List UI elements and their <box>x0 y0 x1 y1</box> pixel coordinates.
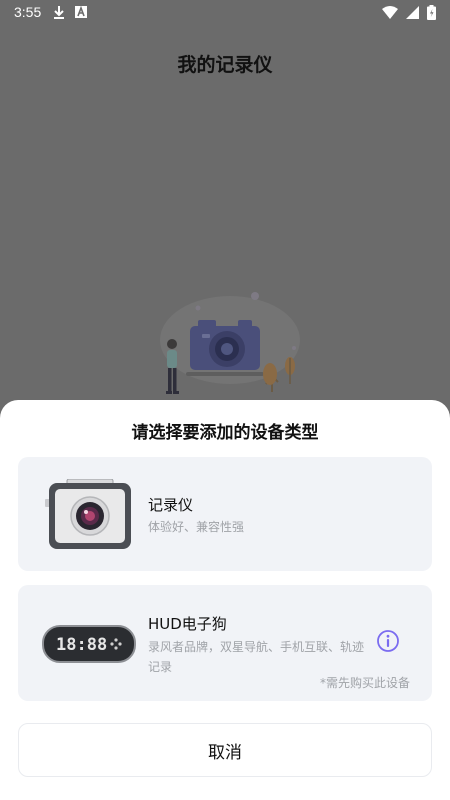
sheet-title: 请选择要添加的设备类型 <box>131 423 319 443</box>
status-time: 3:55 <box>14 4 42 20</box>
battery-icon <box>427 4 436 20</box>
wifi-icon <box>382 5 398 19</box>
device-option-name: 记录仪 <box>148 496 194 514</box>
info-icon[interactable] <box>376 629 400 653</box>
cancel-button[interactable]: 取消 <box>18 723 432 777</box>
device-option-recorder[interactable]: 记录仪 体验好、兼容性强 <box>18 457 432 571</box>
device-option-name: HUD电子狗 <box>148 615 227 633</box>
status-bar: 3:55 <box>0 0 450 24</box>
device-option-description: 录风者品牌，双星导航、手机互联、轨迹记录 <box>148 640 365 674</box>
dashcam-device-icon <box>45 479 131 549</box>
page-title: 我的记录仪 <box>177 54 273 76</box>
hud-device-icon: 18:88 <box>42 625 136 663</box>
purchase-required-note: *需先购买此设备 <box>319 676 410 690</box>
font-icon <box>75 6 88 18</box>
add-device-bottom-sheet: 请选择要添加的设备类型 记录仪 体验好、兼容性强 18:88 HUD电子狗 录风… <box>0 400 450 800</box>
device-option-description: 体验好、兼容性强 <box>148 520 245 534</box>
hud-display-digits: 18:88 <box>56 635 107 655</box>
download-icon <box>54 6 65 19</box>
device-option-hud[interactable]: 18:88 HUD电子狗 录风者品牌，双星导航、手机互联、轨迹记录 *需先购买此… <box>18 585 432 701</box>
empty-state-illustration <box>160 292 300 394</box>
signal-icon <box>406 5 419 19</box>
